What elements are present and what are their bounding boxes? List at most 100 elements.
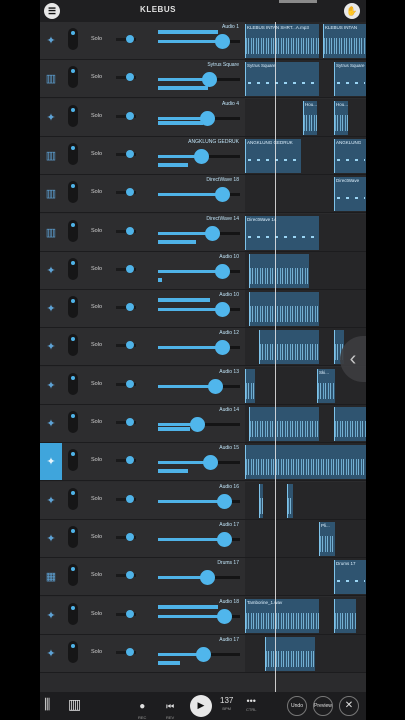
volume-mini-slider[interactable] <box>116 35 136 43</box>
piano-icon[interactable]: ▥ <box>40 175 62 212</box>
volume-fader[interactable] <box>158 302 240 318</box>
pan-knob[interactable] <box>68 640 78 663</box>
tempo-display[interactable]: 137 BPM <box>220 696 233 711</box>
volume-fader[interactable] <box>158 493 240 509</box>
volume-fader[interactable] <box>158 531 240 547</box>
volume-mini-slider[interactable] <box>116 532 136 541</box>
pan-knob[interactable] <box>68 411 78 433</box>
fader-thumb[interactable] <box>214 302 230 318</box>
playlist-lane[interactable] <box>245 405 366 443</box>
volume-fader[interactable] <box>158 148 240 164</box>
track-row[interactable]: ▥ Solo DirectWave 14 <box>40 213 245 252</box>
drum-pad-icon[interactable]: ▦ <box>40 558 62 595</box>
pan-knob[interactable] <box>68 257 78 280</box>
record-button[interactable]: ● REC <box>138 696 146 720</box>
pattern-clip[interactable]: DirectWave 14 <box>245 215 319 250</box>
pattern-clip[interactable]: DirectWave <box>334 177 366 212</box>
solo-button[interactable]: Solo <box>91 151 102 157</box>
track-row[interactable]: ▥ Solo Sytrus Square <box>40 60 245 99</box>
fader-thumb[interactable] <box>196 646 212 662</box>
volume-mini-slider[interactable] <box>116 226 136 235</box>
piano-icon[interactable]: ▥ <box>40 214 62 251</box>
volume-mini-slider[interactable] <box>116 188 136 197</box>
undo-button[interactable]: Undo <box>287 696 307 716</box>
pan-knob[interactable] <box>68 334 78 357</box>
solo-button[interactable]: Solo <box>91 381 102 387</box>
volume-mini-slider[interactable] <box>116 379 136 388</box>
piano-icon[interactable]: ▥ <box>40 60 62 97</box>
play-button[interactable]: ▶ <box>190 695 212 717</box>
track-row[interactable]: ▥ Solo DirectWave 18 <box>40 175 245 214</box>
pattern-clip[interactable] <box>249 292 319 327</box>
pattern-clip[interactable] <box>249 407 319 441</box>
volume-fader[interactable] <box>158 646 240 662</box>
pattern-clip[interactable] <box>334 598 356 633</box>
mixer-icon[interactable]: ⫼ <box>44 696 50 713</box>
pattern-clip[interactable]: Drums 17 <box>334 560 366 595</box>
volume-fader[interactable] <box>158 455 240 471</box>
solo-button[interactable]: Solo <box>91 189 102 195</box>
pattern-clip[interactable]: ANGKLUNG GEDRUK <box>245 138 301 173</box>
pattern-clip[interactable]: Hou... <box>303 100 317 135</box>
volume-fader[interactable] <box>158 72 240 88</box>
solo-button[interactable]: Solo <box>91 266 102 272</box>
solo-button[interactable]: Solo <box>91 611 102 617</box>
fader-thumb[interactable] <box>202 455 218 471</box>
track-row[interactable]: ✦ Solo Audio 12 <box>40 328 245 367</box>
track-row[interactable]: ✦ Solo Audio 17 <box>40 519 245 558</box>
waveform-icon[interactable]: ✦ <box>40 635 62 672</box>
waveform-icon[interactable]: ✦ <box>40 99 62 136</box>
track-row[interactable]: ▥ Solo ANGKLUNG GEDRUK <box>40 136 245 175</box>
solo-button[interactable]: Solo <box>91 228 102 234</box>
playlist-lane[interactable]: Tamborine_1.wav <box>245 596 366 635</box>
rewind-button[interactable]: ⏮ REV <box>166 696 174 720</box>
fader-thumb[interactable] <box>214 34 230 49</box>
fader-thumb[interactable] <box>205 225 221 241</box>
hand-tool-icon[interactable]: ✋ <box>344 3 360 19</box>
pattern-clip[interactable] <box>259 330 319 365</box>
solo-button[interactable]: Solo <box>91 534 102 540</box>
playlist-lane[interactable]: Hou... Hou... <box>245 98 366 137</box>
volume-mini-slider[interactable] <box>116 456 136 465</box>
waveform-icon[interactable]: ✦ <box>40 290 62 327</box>
fader-thumb[interactable] <box>217 608 233 624</box>
close-button[interactable]: ✕ <box>339 696 359 716</box>
pan-knob[interactable] <box>68 372 78 395</box>
pattern-clip[interactable]: Hou... <box>334 100 348 135</box>
fader-thumb[interactable] <box>217 531 233 547</box>
pattern-clip[interactable] <box>265 636 315 671</box>
pan-knob[interactable] <box>68 487 78 510</box>
volume-mini-slider[interactable] <box>116 303 136 312</box>
solo-button[interactable]: Solo <box>91 572 102 578</box>
pan-knob[interactable] <box>68 142 78 165</box>
volume-fader[interactable] <box>158 225 240 241</box>
solo-button[interactable]: Solo <box>91 36 102 42</box>
fader-thumb[interactable] <box>201 72 217 88</box>
volume-fader[interactable] <box>158 340 240 356</box>
solo-button[interactable]: Solo <box>91 113 102 119</box>
solo-button[interactable]: Solo <box>91 342 102 348</box>
pan-knob[interactable] <box>68 564 78 587</box>
track-row[interactable]: ✦ Solo Audio 4 <box>40 98 245 137</box>
playlist-lane[interactable] <box>245 481 366 520</box>
pattern-clip[interactable] <box>334 407 366 441</box>
volume-fader[interactable] <box>158 417 240 432</box>
solo-button[interactable]: Solo <box>91 457 102 463</box>
pattern-clip[interactable]: Ski... <box>317 368 335 403</box>
waveform-icon[interactable]: ✦ <box>40 367 62 404</box>
solo-button[interactable]: Solo <box>91 419 102 425</box>
volume-mini-slider[interactable] <box>116 149 136 158</box>
playlist-lane[interactable]: Pli... <box>245 519 366 558</box>
track-row[interactable]: ✦ Solo Audio 14 <box>40 405 245 443</box>
pan-knob[interactable] <box>68 602 78 625</box>
volume-fader[interactable] <box>158 608 240 624</box>
volume-fader[interactable] <box>158 263 240 279</box>
pattern-clip[interactable]: Sytrus Square <box>334 62 366 97</box>
fader-thumb[interactable] <box>193 148 209 164</box>
volume-fader[interactable] <box>158 570 240 586</box>
playlist-lane[interactable] <box>245 443 366 482</box>
pattern-clip[interactable]: Sytrus Square <box>245 62 319 97</box>
track-row[interactable]: ✦ Solo Audio 10 <box>40 251 245 290</box>
preview-button[interactable]: Preview <box>313 696 333 716</box>
playlist-lane[interactable]: KLEBUS INTAN SHRT...A.mp3 KLEBUS INTAN <box>245 22 366 60</box>
